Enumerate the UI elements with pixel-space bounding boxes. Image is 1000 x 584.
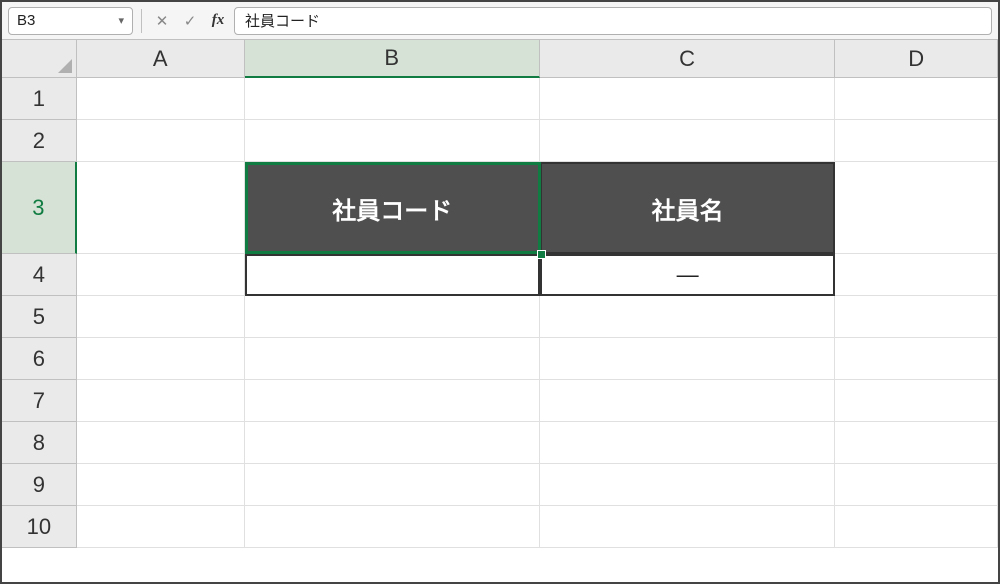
row-2: 2 <box>2 120 998 162</box>
cell-A1[interactable] <box>77 78 245 120</box>
cell-D2[interactable] <box>835 120 998 162</box>
cell-B9[interactable] <box>245 464 540 506</box>
cell-A5[interactable] <box>77 296 245 338</box>
cell-A3[interactable] <box>77 162 245 254</box>
row-header-7[interactable]: 7 <box>2 380 77 422</box>
row-8: 8 <box>2 422 998 464</box>
cancel-icon[interactable]: ✕ <box>150 9 174 33</box>
row-header-8[interactable]: 8 <box>2 422 77 464</box>
cell-D9[interactable] <box>835 464 998 506</box>
column-header-B[interactable]: B <box>245 40 540 78</box>
cell-C8[interactable] <box>540 422 835 464</box>
column-headers-row: A B C D <box>2 40 998 78</box>
name-box[interactable]: B3 ▾ <box>8 7 133 35</box>
cell-B6[interactable] <box>245 338 540 380</box>
cell-D6[interactable] <box>835 338 998 380</box>
cell-B5[interactable] <box>245 296 540 338</box>
cell-D7[interactable] <box>835 380 998 422</box>
row-header-10[interactable]: 10 <box>2 506 77 548</box>
cell-B4[interactable] <box>245 254 540 296</box>
row-1: 1 <box>2 78 998 120</box>
cell-C9[interactable] <box>540 464 835 506</box>
enter-icon[interactable]: ✓ <box>178 9 202 33</box>
cell-B8[interactable] <box>245 422 540 464</box>
cell-C1[interactable] <box>540 78 835 120</box>
cell-A9[interactable] <box>77 464 245 506</box>
cell-B2[interactable] <box>245 120 540 162</box>
cell-D1[interactable] <box>835 78 998 120</box>
row-header-3[interactable]: 3 <box>2 162 77 254</box>
row-header-2[interactable]: 2 <box>2 120 77 162</box>
cell-C2[interactable] <box>540 120 835 162</box>
row-header-1[interactable]: 1 <box>2 78 77 120</box>
row-5: 5 <box>2 296 998 338</box>
formula-bar-icons: ✕ ✓ fx <box>150 9 230 33</box>
row-6: 6 <box>2 338 998 380</box>
cell-D3[interactable] <box>835 162 998 254</box>
cell-D5[interactable] <box>835 296 998 338</box>
cell-A10[interactable] <box>77 506 245 548</box>
cell-A8[interactable] <box>77 422 245 464</box>
cell-D4[interactable] <box>835 254 998 296</box>
cell-A4[interactable] <box>77 254 245 296</box>
row-header-6[interactable]: 6 <box>2 338 77 380</box>
row-header-5[interactable]: 5 <box>2 296 77 338</box>
cell-C6[interactable] <box>540 338 835 380</box>
name-box-value: B3 <box>17 12 35 29</box>
row-3: 3 社員コード 社員名 <box>2 162 998 254</box>
select-all-corner[interactable] <box>2 40 77 78</box>
row-4: 4 ― <box>2 254 998 296</box>
formula-bar: B3 ▾ ✕ ✓ fx 社員コード <box>2 2 998 40</box>
row-10: 10 <box>2 506 998 548</box>
column-header-D[interactable]: D <box>835 40 998 78</box>
cell-C3[interactable]: 社員名 <box>540 162 835 254</box>
cell-A6[interactable] <box>77 338 245 380</box>
row-7: 7 <box>2 380 998 422</box>
cell-C5[interactable] <box>540 296 835 338</box>
row-header-4[interactable]: 4 <box>2 254 77 296</box>
formula-input-value: 社員コード <box>245 10 320 31</box>
row-header-9[interactable]: 9 <box>2 464 77 506</box>
row-9: 9 <box>2 464 998 506</box>
cell-C7[interactable] <box>540 380 835 422</box>
divider <box>141 9 142 33</box>
cell-B10[interactable] <box>245 506 540 548</box>
cell-D10[interactable] <box>835 506 998 548</box>
cell-A2[interactable] <box>77 120 245 162</box>
fx-icon[interactable]: fx <box>206 9 230 33</box>
cell-C4[interactable]: ― <box>540 254 835 296</box>
formula-input[interactable]: 社員コード <box>234 7 992 35</box>
cell-A7[interactable] <box>77 380 245 422</box>
column-header-C[interactable]: C <box>540 40 835 78</box>
cell-B1[interactable] <box>245 78 540 120</box>
chevron-down-icon: ▾ <box>118 14 124 27</box>
cell-B7[interactable] <box>245 380 540 422</box>
cell-D8[interactable] <box>835 422 998 464</box>
spreadsheet-grid[interactable]: A B C D 1 2 3 社員コード 社員名 4 ― 5 <box>2 40 998 584</box>
cell-C10[interactable] <box>540 506 835 548</box>
column-header-A[interactable]: A <box>77 40 245 78</box>
cell-B3[interactable]: 社員コード <box>245 162 540 254</box>
